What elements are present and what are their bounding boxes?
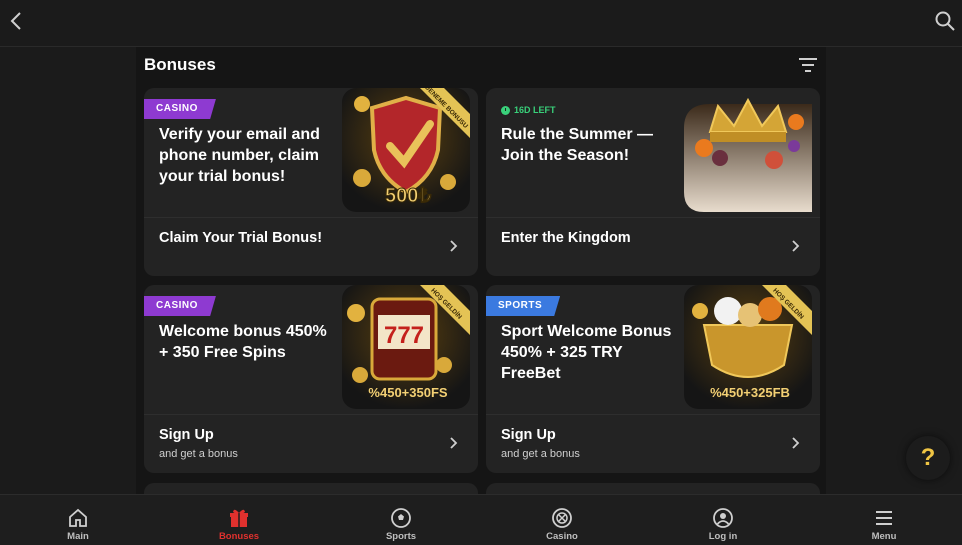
nav-menu[interactable]: Menu xyxy=(834,495,934,545)
chevron-left-icon[interactable] xyxy=(6,10,28,32)
bonus-card-sport-welcome: SPORTS Sport Welcome Bonus 450% + 325 TR… xyxy=(486,285,820,473)
home-icon xyxy=(69,508,87,527)
casino-badge: CASINO xyxy=(144,99,216,119)
nav-label: Casino xyxy=(546,531,578,542)
nav-log-in[interactable]: Log in xyxy=(673,495,773,545)
search-icon[interactable] xyxy=(934,10,956,32)
help-button[interactable]: ? xyxy=(906,436,950,480)
claim-trial-bonus-link[interactable]: Claim Your Trial Bonus! xyxy=(144,218,478,276)
clock-icon xyxy=(501,105,510,115)
bottom-navigation: Main Bonuses Sports Casino Log in Menu xyxy=(0,494,962,545)
cta-subtext: and get a bonus xyxy=(501,448,580,460)
casino-badge: CASINO xyxy=(144,296,216,316)
bonus-card-trial: CASINO Verify your email and phone numbe… xyxy=(144,88,478,276)
bonus-amount: %450+350FS xyxy=(368,385,447,400)
nav-label: Menu xyxy=(871,531,897,542)
nav-label: Bonuses xyxy=(218,531,260,542)
chevron-right-icon xyxy=(450,240,458,252)
nav-label: Main xyxy=(67,531,89,542)
bonus-amount: 500₺ xyxy=(385,185,431,207)
casino-sign-up-link[interactable]: Sign Up and get a bonus xyxy=(144,415,478,473)
bonus-title: Sport Welcome Bonus 450% + 325 TRY FreeB… xyxy=(501,323,672,382)
cta-subtext: and get a bonus xyxy=(159,448,238,460)
nav-casino[interactable]: Casino xyxy=(512,495,612,545)
cta-label: Sign Up xyxy=(501,427,556,443)
filter-icon[interactable] xyxy=(798,56,818,74)
nav-label: Sports xyxy=(385,531,417,542)
nav-main[interactable]: Main xyxy=(28,495,128,545)
countdown-timer: 16D LEFT xyxy=(501,105,556,115)
bonus-title: Verify your email and phone number, clai… xyxy=(159,126,320,185)
bonus-title: Welcome bonus 450% + 350 Free Spins xyxy=(159,323,327,361)
bonus-card-summer: 16D LEFT Rule the Summer — Join the Seas… xyxy=(486,88,820,276)
nav-sports[interactable]: Sports xyxy=(351,495,451,545)
cta-label: Enter the Kingdom xyxy=(501,230,631,246)
trophy-balls-illustration: HOŞ GELDİN %450+325FB xyxy=(684,285,812,409)
crown-illustration xyxy=(684,97,812,212)
top-bar xyxy=(0,0,962,47)
enter-kingdom-link[interactable]: Enter the Kingdom xyxy=(486,218,820,276)
shield-bonus-illustration: DENEME BONUSU 500₺ xyxy=(342,88,470,212)
sports-badge: SPORTS xyxy=(486,296,561,316)
bonus-title: Rule the Summer — Join the Season! xyxy=(501,126,654,164)
slot-machine-illustration: 777 HOŞ GELDİN %450+350FS xyxy=(342,285,470,409)
bonuses-panel: Bonuses CASINO Verify your email and pho… xyxy=(136,47,826,495)
chevron-right-icon xyxy=(450,437,458,449)
bonus-amount: %450+325FB xyxy=(710,385,790,400)
nav-label: Log in xyxy=(708,531,738,542)
timer-text: 16D LEFT xyxy=(514,105,556,115)
page-title: Bonuses xyxy=(144,55,216,74)
sports-sign-up-link[interactable]: Sign Up and get a bonus xyxy=(486,415,820,473)
chevron-right-icon xyxy=(792,240,800,252)
bonus-card-casino-welcome: CASINO Welcome bonus 450% + 350 Free Spi… xyxy=(144,285,478,473)
casino-chip-icon xyxy=(552,508,572,528)
hamburger-menu-icon xyxy=(876,511,892,525)
chevron-right-icon xyxy=(792,437,800,449)
soccer-ball-icon xyxy=(391,508,411,528)
cta-label: Sign Up xyxy=(159,427,214,443)
gift-icon xyxy=(230,509,248,527)
cta-label: Claim Your Trial Bonus! xyxy=(159,230,323,246)
nav-bonuses[interactable]: Bonuses xyxy=(189,495,289,545)
slot-reels: 777 xyxy=(384,322,424,349)
user-icon xyxy=(713,508,733,528)
